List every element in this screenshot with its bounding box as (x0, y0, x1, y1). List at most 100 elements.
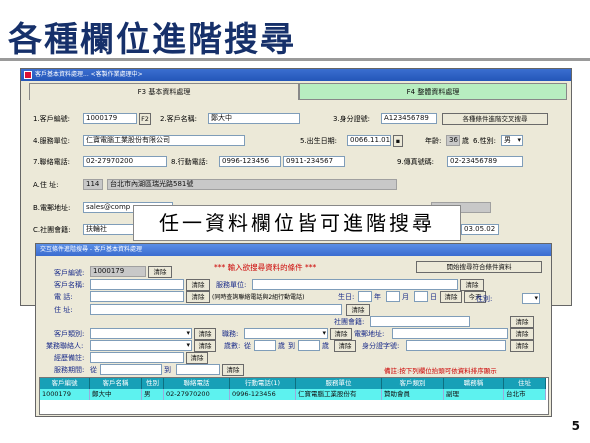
search-company-label: 服務單位: (216, 281, 247, 289)
period-from-field[interactable] (100, 364, 162, 375)
tab-overall-data[interactable]: F4 整體資料處理 (299, 83, 567, 100)
search-title-label: 職務: (222, 330, 239, 338)
customer-name-label: 2.客戶名稱: (160, 115, 198, 123)
search-company-field[interactable] (252, 279, 458, 290)
column-header-phone[interactable]: 聯絡電話 (164, 378, 230, 389)
clear-period-button[interactable]: 清除 (222, 364, 244, 376)
results-grid: 客戶編號 客戶名稱 性別 聯絡電話 行動電話(1) 服務單位 客戶類別 職務稱 … (39, 377, 549, 415)
clear-name-button[interactable]: 清除 (186, 279, 210, 291)
search-community-field[interactable] (370, 316, 470, 327)
age-from-label: 從 (244, 342, 251, 350)
search-gender-select[interactable] (522, 293, 540, 304)
table-cell[interactable]: 贊助會員 (382, 389, 444, 400)
column-header-address[interactable]: 住址 (504, 378, 546, 389)
mobile-field[interactable]: 0996-123456 (219, 156, 281, 167)
search-remark-field[interactable] (90, 352, 184, 363)
customer-id-lookup-button[interactable]: F2 (139, 113, 151, 125)
page-number: 5 (571, 419, 580, 433)
customer-id-field[interactable]: 1000179 (83, 113, 137, 124)
column-header-title[interactable]: 職務稱 (444, 378, 504, 389)
search-window-title: 交互條件進階搜尋 - 客戶基本資料處理 (40, 246, 142, 253)
clear-age-button[interactable]: 清除 (334, 340, 356, 352)
phone-label: 7.聯絡電話: (33, 158, 71, 166)
calendar-button[interactable]: ▪ (393, 135, 403, 147)
address-label: A.住 址: (33, 181, 59, 189)
column-header-category[interactable]: 客戶類別 (382, 378, 444, 389)
column-header-customer-name[interactable]: 客戶名稱 (90, 378, 142, 389)
search-id-number-field[interactable] (406, 340, 506, 351)
search-phone-label: 電 話: (54, 293, 73, 301)
clear-id-number-button[interactable]: 清除 (510, 340, 534, 352)
year-label: 年 (374, 293, 381, 301)
title-divider (0, 58, 590, 61)
search-title-select[interactable] (244, 328, 328, 339)
phone-field[interactable]: 02-27970200 (83, 156, 167, 167)
table-cell[interactable]: 副理 (444, 389, 504, 400)
search-remark-label: 經歷備註: (54, 354, 85, 362)
age-label: 年齡: (425, 137, 442, 145)
search-community-label: 社團會籍: (334, 318, 365, 326)
clear-title-button[interactable]: 清除 (330, 328, 352, 340)
period-to-field[interactable] (176, 364, 220, 375)
table-cell[interactable]: 台北市 (504, 389, 546, 400)
search-email-field[interactable] (392, 328, 508, 339)
address-field[interactable]: 台北市內湖區瑞光路581號 (107, 179, 397, 190)
slide-title: 各種欄位進階搜尋 (8, 20, 296, 60)
search-customer-id-field[interactable]: 1000179 (90, 266, 146, 277)
age-to-field[interactable] (298, 340, 320, 351)
clear-birthday-button[interactable]: 清除 (440, 291, 462, 303)
search-phone-field[interactable] (90, 291, 184, 302)
table-cell[interactable]: 仁寶電腦工業股份有 (296, 389, 382, 400)
search-name-field[interactable] (90, 279, 184, 290)
column-header-company[interactable]: 服務單位 (296, 378, 382, 389)
clear-id-button[interactable]: 清除 (148, 266, 172, 278)
age-unit-2: 歲 (322, 342, 329, 350)
customer-name-field[interactable]: 鄭大中 (208, 113, 300, 124)
mobile2-field[interactable]: 0911-234567 (283, 156, 345, 167)
column-header-mobile[interactable]: 行動電話(1) (230, 378, 296, 389)
advanced-search-button[interactable]: 各種條件進階交叉搜尋 (442, 113, 548, 125)
clear-email-button[interactable]: 清除 (510, 328, 534, 340)
clear-remark-button[interactable]: 清除 (186, 352, 208, 364)
gender-select[interactable]: 男 (501, 135, 523, 146)
id-number-field[interactable]: A123456789 (381, 113, 437, 124)
callout-caption: 任一資料欄位皆可進階搜尋 (133, 205, 461, 241)
birth-year-field[interactable] (358, 291, 372, 302)
day-label: 日 (430, 293, 437, 301)
birth-month-field[interactable] (386, 291, 400, 302)
period-from-label: 從 (90, 366, 97, 374)
search-sales-label: 業務聯絡人: (46, 342, 84, 350)
clear-phone-button[interactable]: 清除 (186, 291, 210, 303)
search-category-select[interactable] (90, 328, 192, 339)
zip-field[interactable]: 114 (83, 179, 103, 190)
tab-basic-data[interactable]: F3 基本資料處理 (29, 83, 299, 100)
advanced-search-window: 交互條件進階搜尋 - 客戶基本資料處理 *** 輸入欲搜尋資料的條件 *** 開… (35, 243, 552, 417)
search-address-label: 住 址: (54, 306, 73, 314)
company-field[interactable]: 仁寶電腦工業股份有限公司 (83, 135, 245, 146)
column-header-customer-id[interactable]: 客戶編號 (40, 378, 90, 389)
clear-address-button[interactable]: 清除 (346, 304, 370, 316)
email-label: B.電郵地址: (33, 204, 71, 212)
fax-field[interactable]: 02-23456789 (447, 156, 523, 167)
birth-day-field[interactable] (414, 291, 428, 302)
age-from-field[interactable] (254, 340, 276, 351)
clear-category-button[interactable]: 清除 (194, 328, 216, 340)
date-field[interactable]: 03.05.02 (461, 224, 499, 235)
table-cell[interactable]: 鄭大中 (90, 389, 142, 400)
search-address-field[interactable] (90, 304, 342, 315)
birthday-field[interactable]: 0066.11.01 (347, 135, 391, 146)
column-header-gender[interactable]: 性別 (142, 378, 164, 389)
search-customer-id-label: 客戶編號: (54, 269, 85, 277)
customer-id-label: 1.客戶編號: (33, 115, 71, 123)
search-sales-select[interactable] (90, 340, 192, 351)
table-cell[interactable]: 02-27970200 (164, 389, 230, 400)
phone-note: (同時查詢聯絡電話與2組行動電話) (212, 294, 305, 301)
search-gender-label: 性別: (476, 295, 493, 303)
clear-community-button[interactable]: 清除 (510, 316, 534, 328)
table-cell[interactable]: 0996-123456 (230, 389, 296, 400)
clear-sales-button[interactable]: 清除 (194, 340, 216, 352)
table-cell[interactable]: 男 (142, 389, 164, 400)
table-cell[interactable]: 1000179 (40, 389, 90, 400)
clear-company-button[interactable]: 清除 (460, 279, 484, 291)
start-search-button[interactable]: 開始搜尋符合條件資料 (416, 261, 542, 273)
